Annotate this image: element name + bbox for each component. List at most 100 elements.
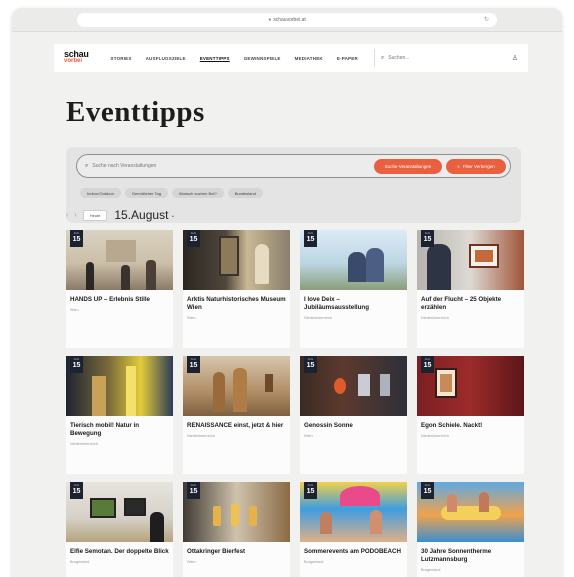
event-image: AUG 15 [300,230,407,290]
date-badge: AUG 15 [187,230,200,247]
event-card[interactable]: AUG 15 Auf der Flucht – 25 Objekte erzähl… [417,230,524,348]
search-icon: ⌕ [380,54,385,61]
event-title[interactable]: Auf der Flucht – 25 Objekte erzählen [417,290,524,312]
nav-item-gewinnspiele[interactable]: GEWINNSPIELE [244,56,281,61]
event-image: AUG 15 [417,482,524,542]
event-title[interactable]: 30 Jahre Sonnentherme Lutzmannsburg [417,542,524,564]
event-card[interactable]: AUG 15 I love Deix – Jubiläumsausstellung… [300,230,407,348]
event-location: Wien [187,316,196,320]
event-title[interactable]: Elfie Semotan. Der doppelte Blick [66,542,173,556]
event-card[interactable]: AUG 15 Elfie Semotan. Der doppelte Blick … [66,482,173,577]
address-bar[interactable]: ● schauvorbei.at ↻ [77,12,497,27]
event-card[interactable]: AUG 15 Sommerevents am PODOBEACH Burgenla… [300,482,407,577]
date-badge: AUG 15 [304,356,317,373]
event-image: AUG 15 [183,482,290,542]
tag-bundesland[interactable]: Bundesland [227,188,263,198]
event-title[interactable]: Genossin Sonne [300,416,407,430]
event-title[interactable]: Egon Schiele. Nackt! [417,416,524,430]
next-day-icon[interactable]: › [74,212,76,219]
event-title[interactable]: Ottakringer Bierfest [183,542,290,556]
search-icon: ⌕ [85,162,89,169]
event-location: Niederösterreich [70,442,98,446]
event-search-input[interactable]: Suche nach Veranstaltungen [92,163,370,169]
event-card[interactable]: AUG 15 Genossin Sonne Wien [300,356,407,474]
date-selector: ‹ › Heute 15.August ⌄ [66,208,175,222]
event-image: AUG 15 [66,482,173,542]
date-badge: AUG 15 [421,482,434,499]
event-title[interactable]: HANDS UP – Erlebnis Stille [66,290,173,304]
event-location: Wien [70,308,79,312]
event-location: Niederösterreich [187,434,215,438]
event-image: AUG 15 [183,356,290,416]
date-badge: AUG 15 [421,230,434,247]
nav-search-placeholder: Suchen... [388,55,410,61]
event-card[interactable]: AUG 15 30 Jahre Sonnentherme Lutzmannsbur… [417,482,524,577]
nav-item-mediathek[interactable]: MEDIATHEK [295,56,323,61]
lock-icon: ● [268,16,272,23]
search-events-button[interactable]: Suche Veranstaltungen [374,158,442,174]
date-badge: AUG 15 [70,482,83,499]
event-grid: AUG 15 HANDS UP – Erlebnis Stille Wien AU… [66,230,526,577]
filter-icon: ⌕ [457,163,460,169]
chevron-down-icon[interactable]: ⌄ [170,212,175,219]
reload-icon[interactable]: ↻ [484,16,489,23]
date-badge: AUG 15 [187,482,200,499]
hide-filter-button[interactable]: ⌕ Filter Verbergen [446,158,506,174]
website: schau vorbei STORIES AUSFLUGSZIELE EVENT… [12,32,562,577]
event-location: Burgenland [70,560,90,564]
nav-search-input[interactable]: ⌕ Suchen... [373,49,484,67]
event-search-bar: ⌕ Suche nach Veranstaltungen Suche Veran… [76,154,511,178]
event-title[interactable]: RENAISSANCE einst, jetzt & hier [183,416,290,430]
event-image: AUG 15 [417,230,524,290]
nav-item-ausflugsziele[interactable]: AUSFLUGSZIELE [146,56,186,61]
prev-day-icon[interactable]: ‹ [66,212,68,219]
event-image: AUG 15 [417,356,524,416]
event-title[interactable]: Tierisch mobil! Natur in Bewegung [66,416,173,438]
date-badge: AUG 15 [70,356,83,373]
nav-item-stories[interactable]: STORIES [111,56,132,61]
event-card[interactable]: AUG 15 Egon Schiele. Nackt! Niederösterre… [417,356,524,474]
event-location: Niederösterreich [304,316,332,320]
browser-toolbar: ● schauvorbei.at ↻ [12,8,562,32]
nav-item-epaper[interactable]: E-PAPER [337,56,358,61]
event-location: Wien [304,434,313,438]
event-image: AUG 15 [66,230,173,290]
date-badge: AUG 15 [304,482,317,499]
event-title[interactable]: Sommerevents am PODOBEACH [300,542,407,556]
tag-wunsch[interactable]: Wunsch suchen Bot? [171,188,224,198]
event-card[interactable]: AUG 15 HANDS UP – Erlebnis Stille Wien [66,230,173,348]
url-text: schauvorbei.at [273,16,306,23]
event-card[interactable]: AUG 15 Tierisch mobil! Natur in Bewegung … [66,356,173,474]
event-title[interactable]: Arktis Naturhistorisches Museum Wien [183,290,290,312]
event-image: AUG 15 [300,356,407,416]
event-title[interactable]: I love Deix – Jubiläumsausstellung [300,290,407,312]
filter-tags: Indoor/Outdoor Gemütlicher Tag Wunsch su… [80,188,263,198]
event-image: AUG 15 [66,356,173,416]
event-image: AUG 15 [300,482,407,542]
logo-top-text: schau [64,49,89,59]
event-location: Niederösterreich [421,316,449,320]
page-title: Eventtipps [66,96,205,128]
event-location: Burgenland [421,568,441,572]
event-location: Niederösterreich [421,434,449,438]
browser-window: ● schauvorbei.at ↻ schau vorbei STORIES … [12,8,562,577]
event-card[interactable]: AUG 15 Arktis Naturhistorisches Museum Wi… [183,230,290,348]
tag-gemuetlicher-tag[interactable]: Gemütlicher Tag [124,188,168,198]
today-button[interactable]: Heute [82,209,108,221]
date-badge: AUG 15 [187,356,200,373]
logo-bottom-text: vorbei [64,58,83,64]
site-logo[interactable]: schau vorbei [64,49,89,65]
user-icon[interactable]: ♙ [512,54,518,62]
top-navigation: schau vorbei STORIES AUSFLUGSZIELE EVENT… [54,44,528,72]
event-location: Burgenland [304,560,324,564]
event-card[interactable]: AUG 15 Ottakringer Bierfest Wien [183,482,290,577]
hide-filter-label: Filter Verbergen [462,163,495,169]
event-card[interactable]: AUG 15 RENAISSANCE einst, jetzt & hier Ni… [183,356,290,474]
date-badge: AUG 15 [421,356,434,373]
tag-indoor-outdoor[interactable]: Indoor/Outdoor [80,188,121,198]
nav-item-eventtipps[interactable]: EVENTTIPPS [200,56,230,61]
date-badge: AUG 15 [70,230,83,247]
date-badge: AUG 15 [304,230,317,247]
selected-date[interactable]: 15.August [114,208,168,222]
event-image: AUG 15 [183,230,290,290]
